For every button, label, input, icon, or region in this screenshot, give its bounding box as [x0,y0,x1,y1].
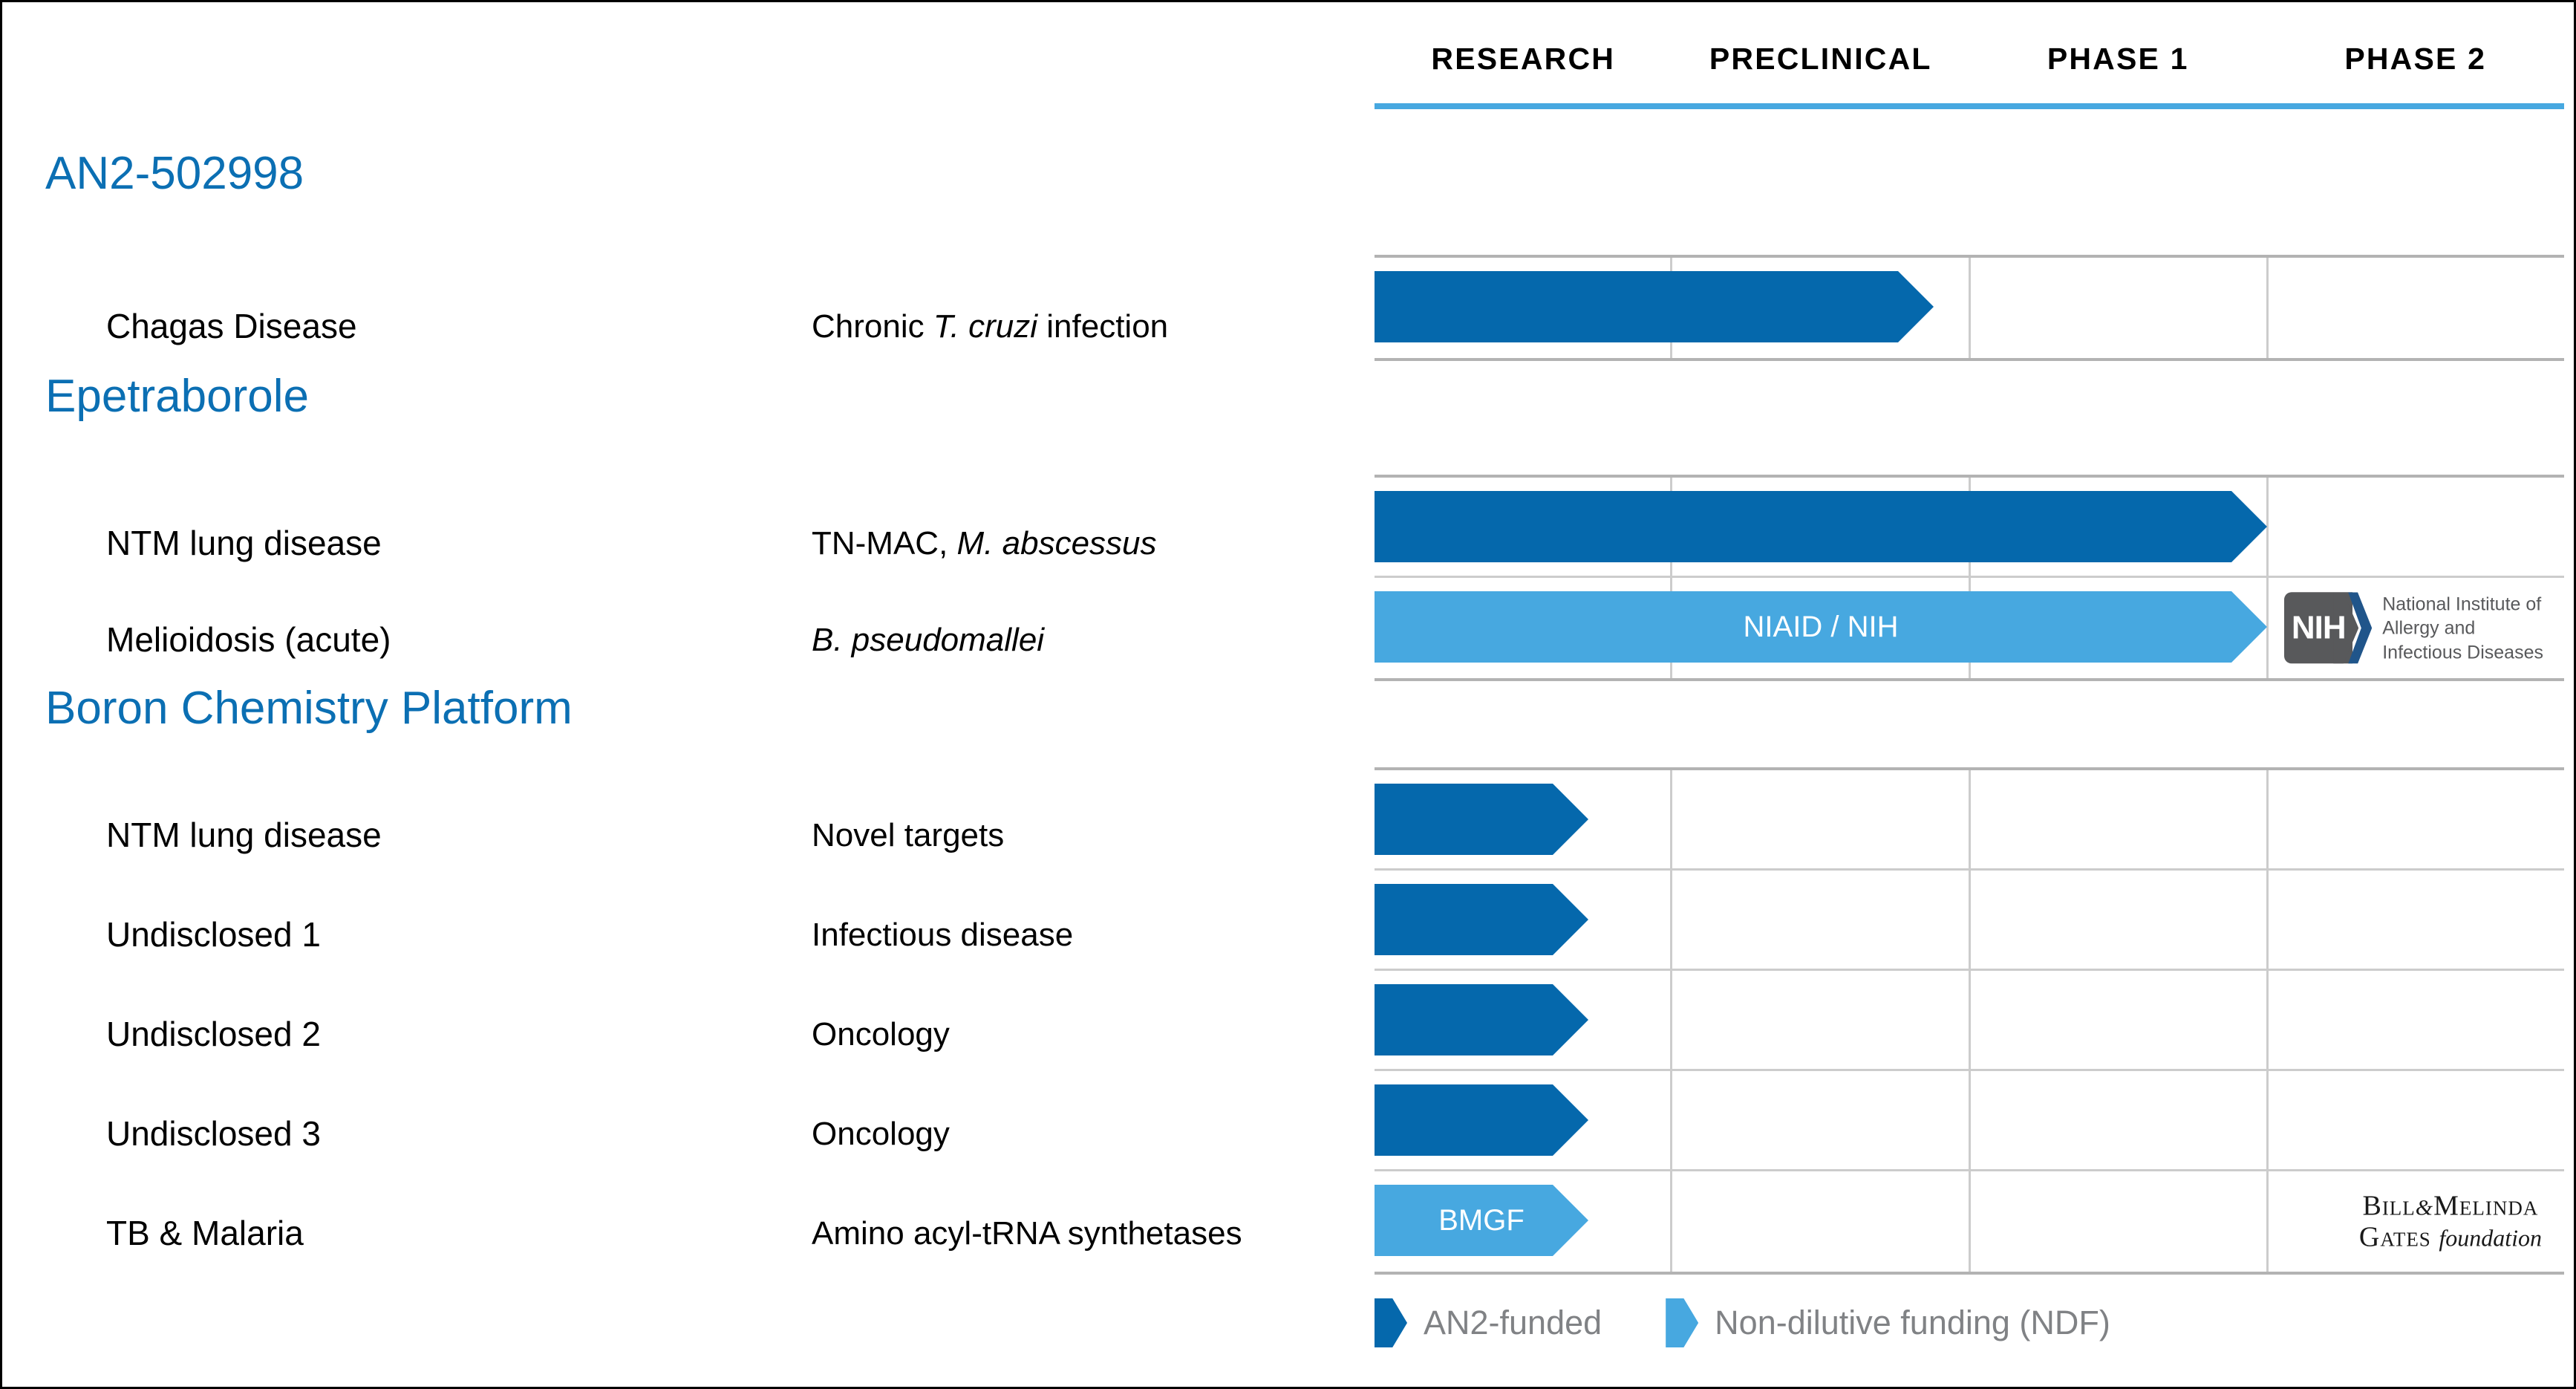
pipeline-bar [1375,784,1588,855]
grid-cell [2269,871,2564,969]
detail-prefix: Oncology [812,1016,950,1053]
grid-cell [1971,971,2269,1069]
grid-cell [1672,871,1971,969]
grid-cell [2269,770,2564,868]
nih-wordmark-text: National Institute of Allergy and Infectio… [2382,592,2543,665]
pipeline-grid-block [1375,255,2564,361]
gates-logo-line2: Gates foundation [2359,1222,2542,1254]
row-indication-label: NTM lung disease [106,816,382,854]
pipeline-grid-block: BMGF Bill&Melinda Gates foundation [1375,767,2564,1275]
grid-cell [2269,258,2564,358]
row-indication-label: Undisclosed 3 [106,1114,321,1153]
grid-cell [1672,1171,1971,1272]
pipeline-bar-label: NIAID / NIH [1743,610,1899,643]
pipeline-bar-label: BMGF [1438,1203,1525,1237]
pipeline-legend: AN2-funded Non-dilutive funding (NDF) [1375,1298,2110,1347]
detail-suffix: infection [1037,308,1169,345]
pipeline-row: NIAID / NIH NIH National Institute of Aller… [1375,578,2564,678]
legend-arrow-icon [1375,1298,1407,1347]
gates-bill: Bill [2362,1189,2416,1221]
gates-gates: Gates [2358,1221,2431,1253]
grid-cell [1971,1171,2269,1272]
row-detail-label: Chronic T. cruzi infection [812,310,1168,343]
pipeline-bar [1375,271,1934,342]
pipeline-slide: RESEARCH PRECLINICAL PHASE 1 PHASE 2 AN2-50… [0,0,2576,1389]
detail-prefix: Amino acyl-tRNA synthetases [812,1215,1242,1252]
row-indication-label: Melioidosis (acute) [106,620,391,659]
legend-item: Non-dilutive funding (NDF) [1666,1298,2110,1347]
grid-cell [1971,871,2269,969]
program-title: AN2-502998 [45,148,304,199]
grid-cell [2269,971,2564,1069]
row-indication-label: NTM lung disease [106,524,382,562]
detail-prefix: Infectious disease [812,917,1074,953]
pipeline-row [1375,770,2564,871]
pipeline-bar [1375,884,1588,955]
grid-cell [1672,1071,1971,1169]
phase-header: RESEARCH PRECLINICAL PHASE 1 PHASE 2 [1375,32,2564,114]
nih-wordmark-line: Infectious Diseases [2382,641,2543,663]
row-indication-label: Undisclosed 2 [106,1015,321,1053]
pipeline-row [1375,871,2564,971]
row-detail-label: Infectious disease [812,919,1073,952]
grid-cell [1971,770,2269,868]
phase-column-header: PHASE 2 [2344,41,2487,76]
program-title: Boron Chemistry Platform [45,683,573,734]
gates-logo-line1: Bill&Melinda [2359,1190,2542,1222]
phase-column-header: PHASE 1 [2047,41,2189,76]
detail-prefix: TN-MAC, [812,525,957,562]
gates-melinda: Melinda [2433,1189,2539,1221]
nih-wordmark-line: Allergy and [2382,617,2476,639]
pipeline-bar [1375,491,2267,562]
row-detail-label: Amino acyl-tRNA synthetases [812,1217,1242,1250]
legend-arrow-icon [1666,1298,1699,1347]
grid-cell [2269,478,2564,576]
legend-item: AN2-funded [1375,1298,1602,1347]
pipeline-row [1375,971,2564,1071]
nih-badge-label: NIH [2291,609,2347,646]
grid-cell [1672,770,1971,868]
phase-column-header: RESEARCH [1431,41,1616,76]
pipeline-bar [1375,1084,1588,1156]
phase-column-header: PRECLINICAL [1709,41,1932,76]
detail-species: T. cruzi [933,308,1038,345]
pipeline-bar: NIAID / NIH [1375,591,2267,663]
pipeline-row [1375,258,2564,358]
row-indication-label: Undisclosed 1 [106,915,321,954]
grid-cell [1971,1071,2269,1169]
detail-species: M. abscessus [956,525,1157,562]
gates-foundation-word: foundation [2439,1224,2542,1252]
detail-prefix: Oncology [812,1116,950,1152]
row-indication-label: TB & Malaria [106,1214,304,1252]
row-indication-label: Chagas Disease [106,307,357,345]
gates-foundation-logo: Bill&Melinda Gates foundation [2359,1190,2542,1253]
legend-label: Non-dilutive funding (NDF) [1715,1304,2110,1341]
pipeline-bar: BMGF [1375,1185,1588,1256]
niaid-nih-logo: NIH National Institute of Allergy and Infec… [2284,592,2543,665]
legend-label: AN2-funded [1424,1304,1602,1341]
detail-prefix: Novel targets [812,817,1005,853]
row-detail-label: Novel targets [812,819,1004,852]
program-title: Epetraborole [45,371,310,422]
row-detail-label: TN-MAC, M. abscessus [812,527,1157,560]
pipeline-row [1375,1071,2564,1171]
pipeline-bar [1375,984,1588,1055]
grid-cell [1971,258,2269,358]
row-detail-label: B. pseudomallei [812,624,1044,657]
phase-header-underline [1375,103,2564,109]
detail-prefix: Chronic [812,308,933,345]
pipeline-row: BMGF Bill&Melinda Gates foundation [1375,1171,2564,1272]
nih-badge-icon: NIH [2284,592,2373,664]
pipeline-grid-block: NIAID / NIH NIH National Institute of Aller… [1375,475,2564,681]
nih-wordmark-line: National Institute of [2382,593,2542,614]
grid-cell [2269,1071,2564,1169]
pipeline-row [1375,478,2564,578]
detail-species: B. pseudomallei [812,622,1045,658]
grid-cell [1672,971,1971,1069]
row-detail-label: Oncology [812,1118,950,1151]
row-detail-label: Oncology [812,1018,950,1051]
gates-ampersand-icon: & [2415,1194,2434,1220]
